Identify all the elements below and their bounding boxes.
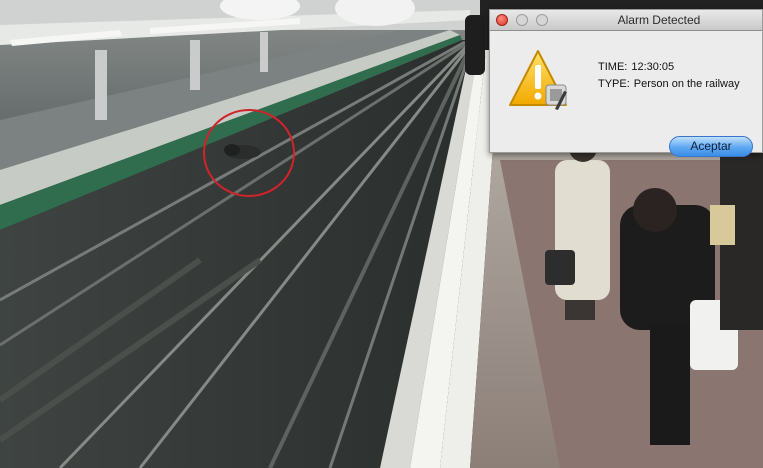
type-label: TYPE:: [598, 78, 630, 90]
time-row: TIME: 12:30:05: [598, 59, 744, 76]
time-value: 12:30:05: [631, 61, 675, 73]
alarm-highlight-circle: [203, 109, 295, 197]
warning-triangle-icon: [509, 50, 567, 110]
close-icon[interactable]: [496, 14, 508, 26]
zoom-icon[interactable]: [536, 14, 548, 26]
alarm-info: TIME: 12:30:05 TYPE: Person on the railway: [598, 59, 744, 93]
dialog-titlebar: Alarm Detected: [490, 10, 762, 31]
dialog-body: TIME: 12:30:05 TYPE: Person on the railway…: [490, 31, 762, 157]
aceptar-button[interactable]: Aceptar: [669, 136, 753, 157]
type-value: Person on the railway: [633, 78, 740, 90]
time-label: TIME:: [598, 61, 628, 73]
alarm-dialog: Alarm Detected TIME: 12:30:05 TYPE: Person…: [489, 9, 763, 157]
type-row: TYPE: Person on the railway: [598, 76, 744, 93]
minimize-icon[interactable]: [516, 14, 528, 26]
dialog-title: Alarm Detected: [617, 13, 701, 27]
